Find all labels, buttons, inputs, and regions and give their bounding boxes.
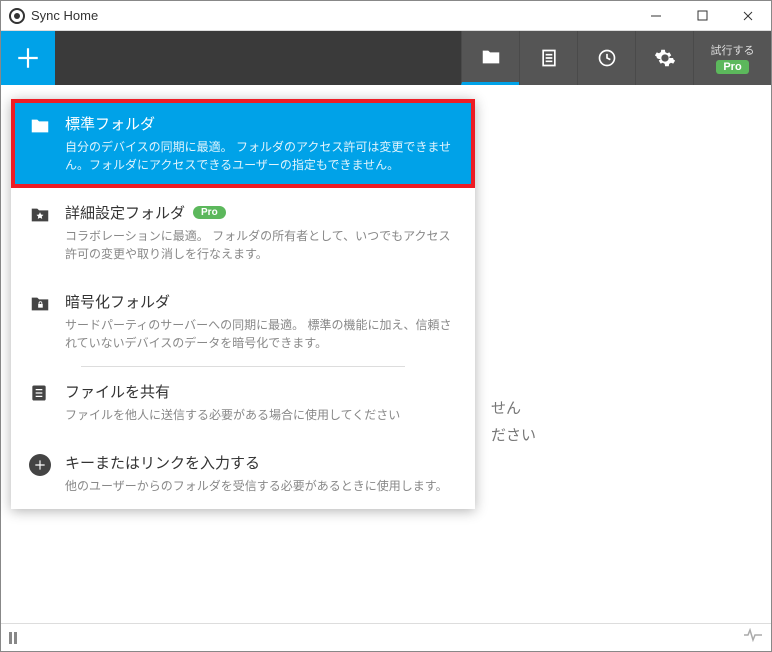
settings-tab[interactable] <box>635 31 693 85</box>
menu-desc: 他のユーザーからのフォルダを受信する必要があるときに使用します。 <box>65 477 457 495</box>
close-button[interactable] <box>725 1 771 31</box>
menu-title: 暗号化フォルダ <box>65 291 457 312</box>
document-icon <box>539 48 559 68</box>
minimize-button[interactable] <box>633 1 679 31</box>
menu-title: キーまたはリンクを入力する <box>65 452 457 473</box>
menu-desc: ファイルを他人に送信する必要がある場合に使用してください <box>65 406 457 424</box>
plus-circle-icon <box>29 454 51 495</box>
folders-tab[interactable] <box>461 31 519 85</box>
app-icon <box>9 8 25 24</box>
menu-encrypted-folder[interactable]: 暗号化フォルダ サードパーティのサーバーへの同期に最適。 標準の機能に加え、信頼… <box>11 277 475 366</box>
background-text: せん ださい <box>491 395 536 449</box>
minimize-icon <box>650 10 662 22</box>
gear-icon <box>654 47 676 69</box>
menu-share-file[interactable]: ファイルを共有 ファイルを他人に送信する必要がある場合に使用してください <box>11 367 475 438</box>
trial-label: 試行する <box>711 42 755 58</box>
pause-icon[interactable] <box>9 632 17 644</box>
menu-standard-folder[interactable]: 標準フォルダ 自分のデバイスの同期に最適。 フォルダのアクセス許可は変更できませ… <box>11 99 475 188</box>
activity-icon[interactable] <box>743 628 763 647</box>
clock-icon <box>597 48 617 68</box>
maximize-icon <box>697 10 708 21</box>
document-icon <box>29 383 51 424</box>
menu-desc: サードパーティのサーバーへの同期に最適。 標準の機能に加え、信頼されていないデバ… <box>65 316 457 352</box>
trial-button[interactable]: 試行する Pro <box>693 31 771 85</box>
files-tab[interactable] <box>519 31 577 85</box>
plus-icon <box>15 45 41 71</box>
titlebar: Sync Home <box>1 1 771 31</box>
add-button[interactable] <box>1 31 55 85</box>
folder-icon <box>29 115 51 174</box>
folder-lock-icon <box>29 293 51 352</box>
statusbar <box>1 623 771 651</box>
menu-title: 詳細設定フォルダ Pro <box>65 202 457 223</box>
window-title: Sync Home <box>31 8 98 23</box>
folder-icon <box>480 46 502 68</box>
history-tab[interactable] <box>577 31 635 85</box>
menu-advanced-folder[interactable]: 詳細設定フォルダ Pro コラボレーションに最適。 フォルダの所有者として、いつ… <box>11 188 475 277</box>
folder-star-icon <box>29 204 51 263</box>
menu-desc: 自分のデバイスの同期に最適。 フォルダのアクセス許可は変更できません。フォルダに… <box>65 138 457 174</box>
toolbar: 試行する Pro <box>1 31 771 85</box>
maximize-button[interactable] <box>679 1 725 31</box>
content-area: せん ださい 標準フォルダ 自分のデバイスの同期に最適。 フォルダのアクセス許可… <box>1 85 771 623</box>
close-icon <box>742 10 754 22</box>
menu-enter-key[interactable]: キーまたはリンクを入力する 他のユーザーからのフォルダを受信する必要があるときに… <box>11 438 475 509</box>
pro-badge: Pro <box>716 60 748 74</box>
menu-title: 標準フォルダ <box>65 113 457 134</box>
add-dropdown: 標準フォルダ 自分のデバイスの同期に最適。 フォルダのアクセス許可は変更できませ… <box>11 99 475 509</box>
menu-desc: コラボレーションに最適。 フォルダの所有者として、いつでもアクセス許可の変更や取… <box>65 227 457 263</box>
menu-title: ファイルを共有 <box>65 381 457 402</box>
pro-badge: Pro <box>193 206 226 219</box>
